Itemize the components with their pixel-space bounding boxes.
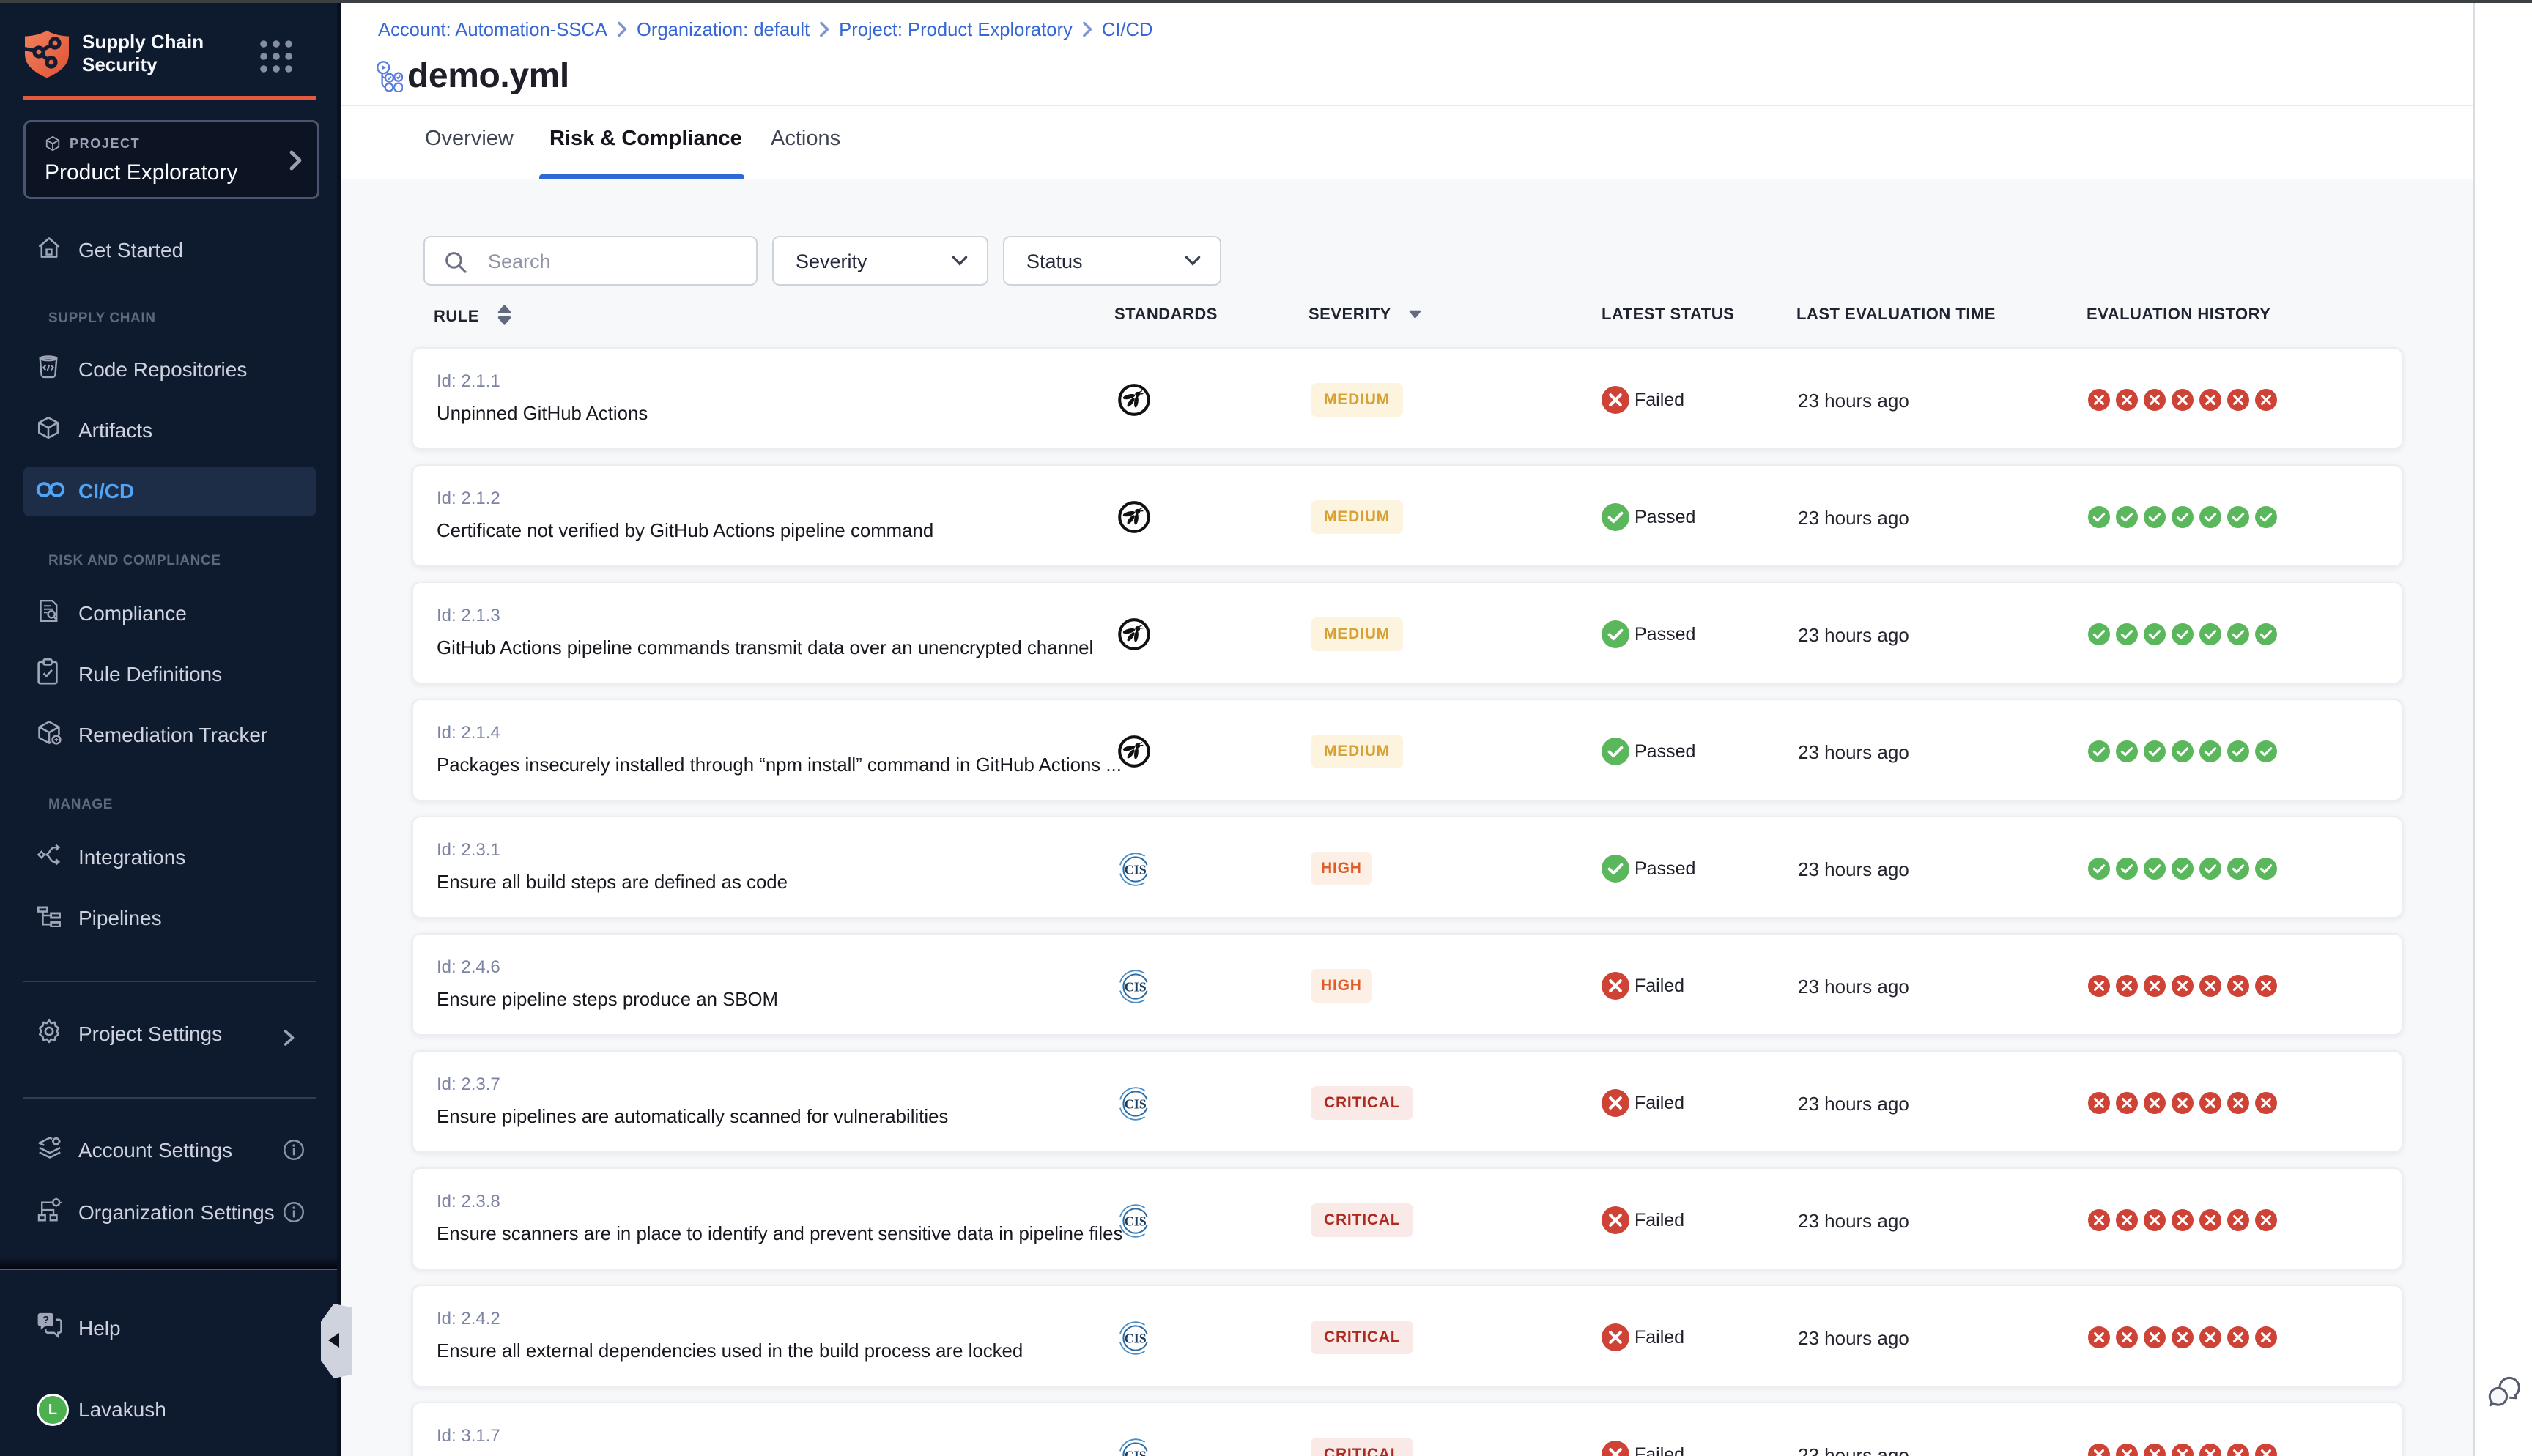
svg-text:CIS: CIS [1125,1331,1147,1346]
svg-text:CIS: CIS [1125,1449,1147,1456]
svg-text:CIS: CIS [1125,863,1147,877]
svg-text:CIS: CIS [1125,980,1147,995]
svg-text:CIS: CIS [1125,1097,1147,1112]
svg-text:CIS: CIS [1125,1214,1147,1229]
svg-text:?: ? [42,1315,49,1326]
